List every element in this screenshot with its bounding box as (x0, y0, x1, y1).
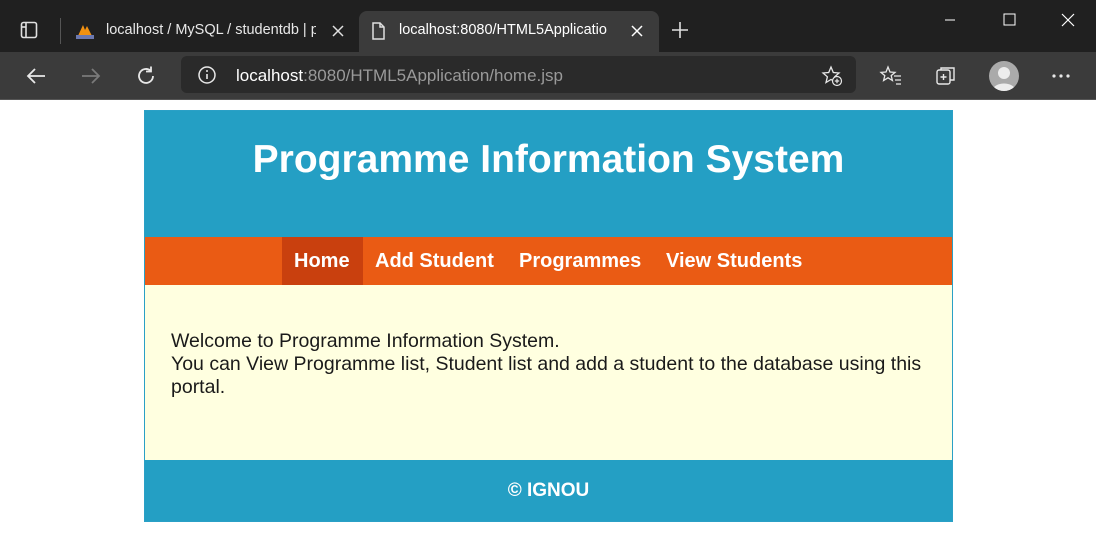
tab-actions-icon[interactable] (20, 21, 38, 39)
back-arrow-icon[interactable] (25, 65, 47, 87)
browser-tab-home[interactable]: localhost:8080/HTML5Applicatio (359, 11, 659, 52)
url-path: :8080/HTML5Application/home.jsp (303, 66, 563, 85)
forward-arrow-icon[interactable] (80, 65, 102, 87)
url-host: localhost (236, 66, 304, 85)
nav-link-home[interactable]: Home (282, 237, 363, 285)
browser-tab-phpmyadmin[interactable]: localhost / MySQL / studentdb | p (66, 11, 356, 52)
close-tab-icon[interactable] (330, 23, 346, 39)
tab-title: localhost / MySQL / studentdb | p (106, 22, 316, 38)
site-footer: © IGNOU (145, 460, 952, 521)
maximize-icon[interactable] (986, 10, 1032, 30)
browser-toolbar: localhost:8080/HTML5Application/home.jsp (0, 52, 1096, 99)
url-text: localhost:8080/HTML5Application/home.jsp (236, 66, 563, 86)
profile-avatar[interactable] (989, 61, 1019, 91)
page-container: Programme Information System Home Add St… (144, 110, 953, 522)
nav-link-programmes[interactable]: Programmes (507, 237, 653, 285)
profile-avatar-icon (992, 67, 1016, 91)
close-tab-icon[interactable] (629, 23, 645, 39)
address-bar[interactable]: localhost:8080/HTML5Application/home.jsp (181, 56, 856, 93)
site-header: Programme Information System (145, 111, 952, 237)
favorites-icon[interactable] (879, 64, 903, 88)
nav-link-add-student[interactable]: Add Student (363, 237, 506, 285)
window-close-icon[interactable] (1045, 10, 1091, 30)
toolbar-border (0, 99, 1096, 100)
site-info-icon[interactable] (197, 65, 217, 85)
copyright-text: © IGNOU (507, 479, 590, 501)
tab-strip: localhost / MySQL / studentdb | p localh… (0, 0, 1096, 52)
page-icon (372, 22, 385, 40)
description-text: You can View Programme list, Student lis… (171, 353, 922, 398)
minimize-icon[interactable] (927, 10, 973, 30)
tab-separator (60, 18, 61, 44)
nav-link-view-students[interactable]: View Students (654, 237, 814, 285)
welcome-text: Welcome to Programme Information System. (171, 330, 560, 352)
main-nav: Home Add Student Programmes View Student… (145, 237, 952, 285)
refresh-icon[interactable] (135, 65, 157, 87)
tab-title: localhost:8080/HTML5Applicatio (399, 22, 607, 38)
collections-icon[interactable] (934, 64, 958, 88)
add-favorite-icon[interactable] (821, 65, 843, 87)
site-title: Programme Information System (252, 137, 845, 181)
main-content: Welcome to Programme Information System.… (145, 285, 952, 460)
phpmyadmin-favicon-icon (76, 25, 94, 39)
new-tab-icon[interactable] (670, 20, 690, 40)
more-options-icon[interactable] (1049, 64, 1073, 88)
